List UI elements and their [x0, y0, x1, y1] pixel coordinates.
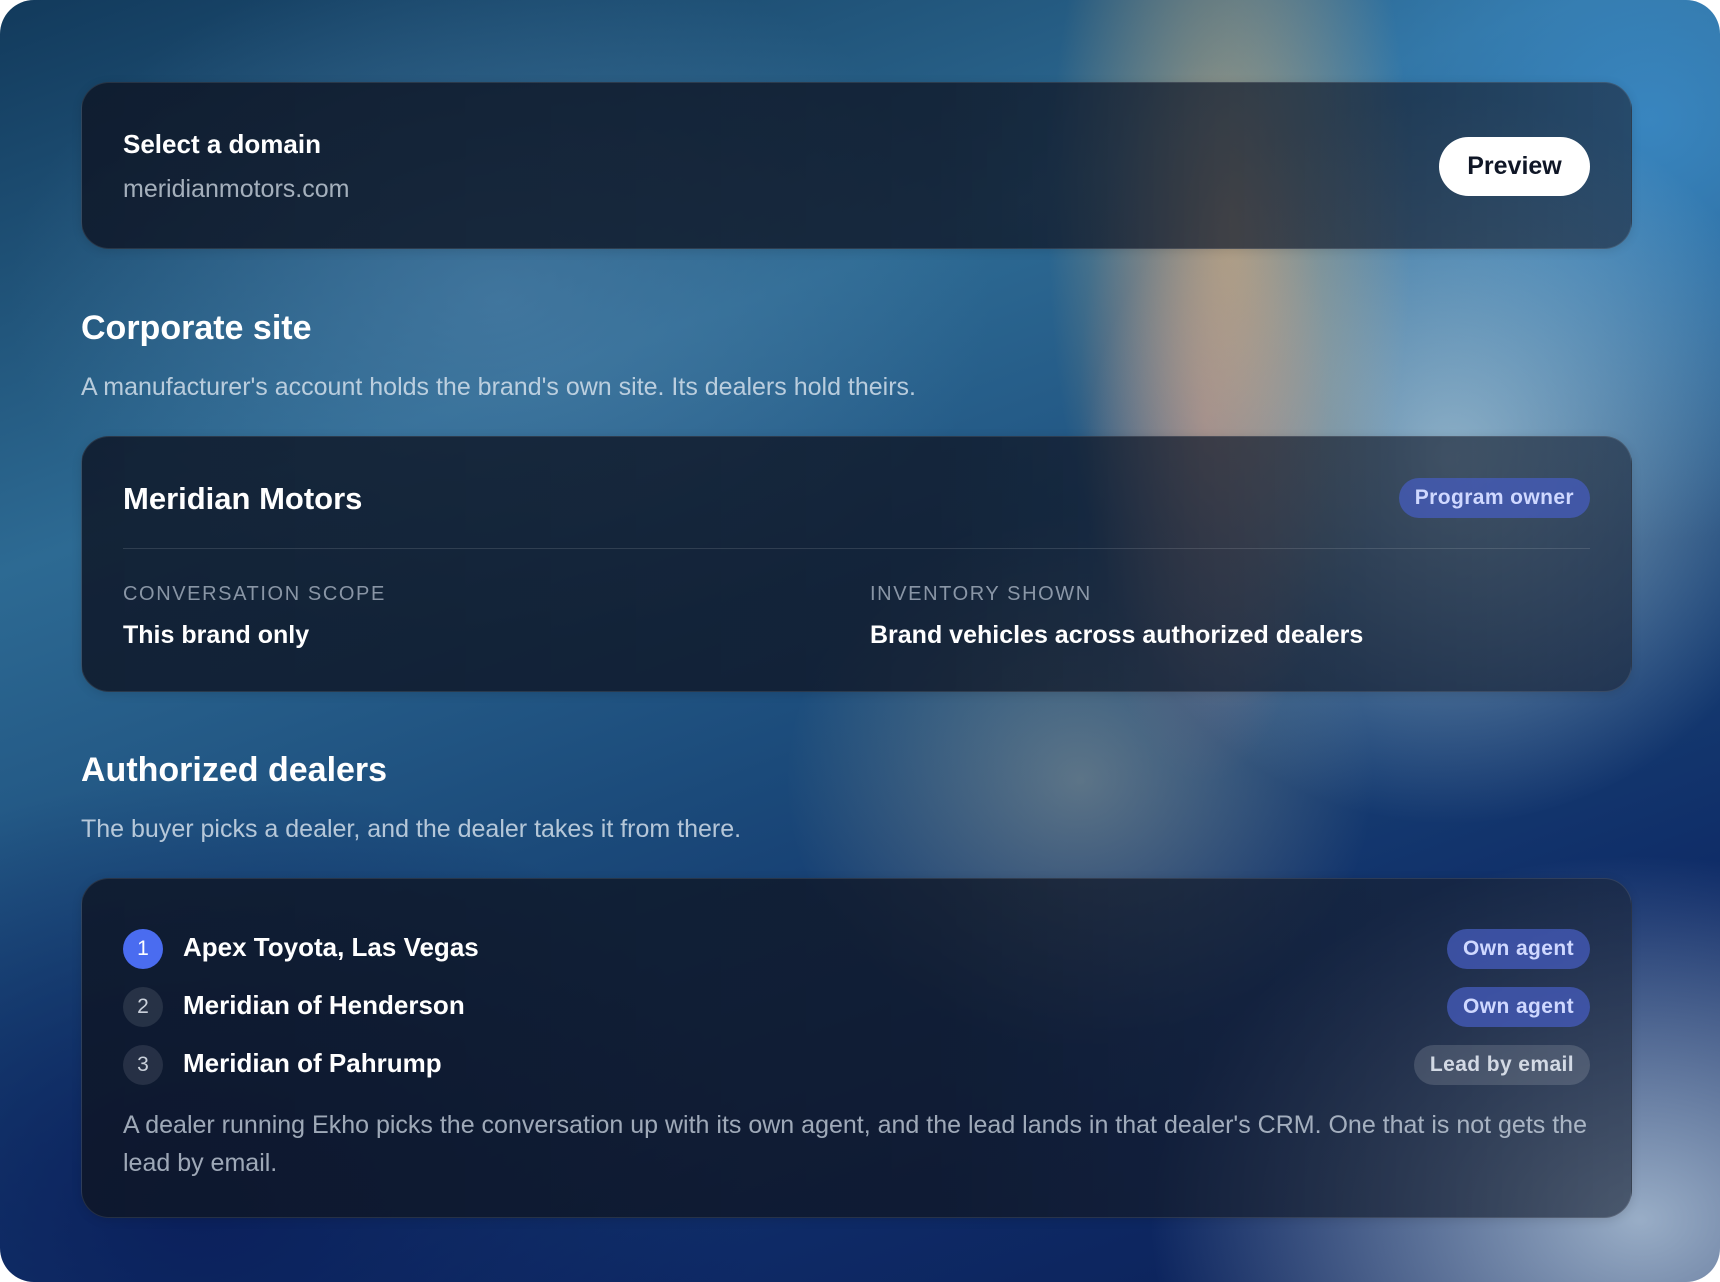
conversation-scope-label: CONVERSATION SCOPE: [123, 583, 386, 605]
domain-select-label: Select a domain: [123, 129, 321, 159]
brand-card: Meridian Motors Program owner CONVERSATI…: [81, 436, 1632, 692]
brand-card-divider: [123, 548, 1590, 549]
own-agent-badge: Own agent: [1447, 929, 1590, 969]
domain-select-value[interactable]: meridianmotors.com: [123, 175, 349, 204]
dealer-name: Apex Toyota, Las Vegas: [183, 932, 479, 962]
conversation-scope-value: This brand only: [123, 621, 310, 649]
domain-card[interactable]: Select a domain meridianmotors.com Previ…: [81, 82, 1632, 249]
corporate-site-title: Corporate site: [81, 309, 312, 347]
dealer-number-badge: 2: [123, 987, 163, 1027]
authorized-dealers-title: Authorized dealers: [81, 751, 388, 789]
own-agent-badge: Own agent: [1447, 987, 1590, 1027]
app-window: Select a domain meridianmotors.com Previ…: [0, 0, 1720, 1282]
preview-button[interactable]: Preview: [1439, 137, 1590, 196]
dealer-name: Meridian of Henderson: [183, 990, 465, 1020]
dealer-name: Meridian of Pahrump: [183, 1048, 442, 1078]
authorized-dealers-description: The buyer picks a dealer, and the dealer…: [81, 815, 742, 843]
inventory-shown-value: Brand vehicles across authorized dealers: [870, 621, 1364, 649]
dealer-row-apex-toyota[interactable]: 1 Apex Toyota, Las Vegas Own agent: [123, 928, 1590, 970]
dealer-row-meridian-henderson[interactable]: 2 Meridian of Henderson Own agent: [123, 986, 1590, 1028]
dealers-explanation: A dealer running Ekho picks the conversa…: [123, 1111, 1587, 1177]
dealer-row-meridian-pahrump[interactable]: 3 Meridian of Pahrump Lead by email: [123, 1044, 1590, 1086]
program-owner-badge: Program owner: [1398, 478, 1590, 518]
dealer-number-badge: 3: [123, 1045, 163, 1085]
brand-name: Meridian Motors: [123, 481, 363, 516]
dealers-card: 1 Apex Toyota, Las Vegas Own agent 2 Mer…: [81, 878, 1632, 1218]
corporate-site-description: A manufacturer's account holds the brand…: [81, 373, 916, 401]
dealer-number-badge: 1: [123, 929, 163, 969]
inventory-shown-label: INVENTORY SHOWN: [870, 583, 1092, 605]
lead-by-email-badge: Lead by email: [1413, 1045, 1590, 1085]
